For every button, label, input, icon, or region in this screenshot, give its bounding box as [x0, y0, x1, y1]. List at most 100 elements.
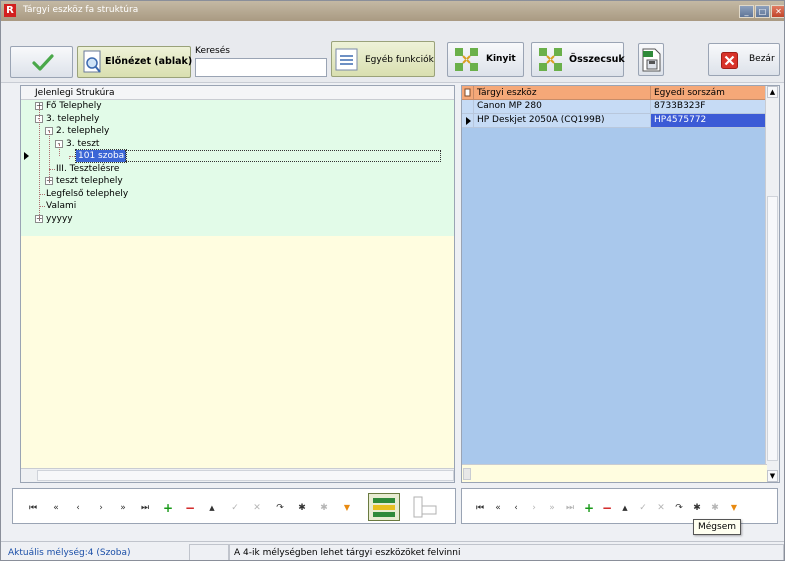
- tree-navigator: ⏮ « ‹ › » ⏭ + − ▲ ✓ ✕ ↷ ✱ ✱ ▼: [12, 488, 456, 524]
- tree-layout-icon: [373, 498, 395, 517]
- tree-node[interactable]: -3. telephely: [21, 113, 454, 126]
- grid-horizontal-scrollbar[interactable]: [462, 464, 767, 482]
- cell-serial[interactable]: 8733B323F: [651, 100, 767, 114]
- clear-filter-icon[interactable]: ✱: [318, 502, 330, 514]
- apply-filter-icon[interactable]: ✱: [691, 502, 703, 514]
- scrollbar-thumb[interactable]: [37, 470, 454, 481]
- filter-icon[interactable]: ▼: [728, 502, 740, 514]
- row-indicator-current[interactable]: [462, 114, 474, 128]
- close-window-button[interactable]: ✕: [771, 5, 784, 18]
- cancel-record-icon[interactable]: ✕: [251, 502, 263, 514]
- title-bar[interactable]: R Tárgyi eszköz fa struktúra _ □ ✕: [1, 1, 784, 21]
- tree-node-label: 3. telephely: [46, 113, 100, 124]
- status-message: A 4-ik mélységben lehet tárgyi eszközöke…: [229, 544, 784, 560]
- other-functions-button[interactable]: Egyéb funkciók: [331, 41, 435, 77]
- focus-rectangle: [125, 150, 441, 162]
- post-record-icon[interactable]: ✓: [229, 502, 241, 514]
- minimize-button[interactable]: _: [739, 5, 754, 18]
- toolbar: Előnézet (ablak) Keresés Egyéb funkciók …: [1, 21, 784, 83]
- tree-horizontal-scrollbar[interactable]: [21, 468, 454, 482]
- tree-node[interactable]: + Fő Telephely: [21, 100, 454, 113]
- expand-button[interactable]: Kinyit: [447, 42, 524, 77]
- preview-window-button[interactable]: Előnézet (ablak): [77, 46, 193, 78]
- list-icon: [335, 48, 358, 71]
- tree-guide-line: [39, 106, 40, 219]
- preview-magnifier-icon: [83, 50, 101, 73]
- apply-filter-icon[interactable]: ✱: [296, 502, 308, 514]
- prior-page-icon[interactable]: «: [50, 502, 62, 514]
- column-header-asset[interactable]: Tárgyi eszköz: [474, 86, 651, 100]
- grid-layout-icon: [413, 496, 437, 518]
- close-dialog-button[interactable]: Bezár: [708, 43, 780, 76]
- row-indicator[interactable]: [462, 100, 474, 114]
- scrollbar-thumb[interactable]: [463, 468, 471, 480]
- last-record-icon[interactable]: ⏭: [564, 502, 576, 514]
- collapse-button[interactable]: Összecsuk: [531, 42, 625, 77]
- prior-record-icon[interactable]: ‹: [510, 502, 522, 514]
- tree-node-label: teszt telephely: [56, 176, 123, 186]
- close-x-icon: [721, 52, 738, 69]
- grid-vertical-scrollbar[interactable]: ▲ ▼: [765, 86, 779, 482]
- ok-button[interactable]: [10, 46, 73, 78]
- tree-node-label: Valami: [46, 201, 77, 211]
- tree-view-toggle-button[interactable]: [368, 493, 400, 521]
- cancel-record-icon[interactable]: ✕: [655, 502, 667, 514]
- cell-asset[interactable]: Canon MP 280: [474, 100, 651, 114]
- cancel-tooltip: Mégsem: [693, 519, 742, 535]
- other-functions-label: Egyéb funkciók: [365, 55, 434, 65]
- status-middle: [189, 544, 229, 560]
- tree-node[interactable]: + teszt telephely: [21, 175, 454, 188]
- tree-node[interactable]: III. Tesztelésre: [21, 163, 454, 176]
- current-row-pointer-icon: [24, 152, 29, 160]
- edit-record-icon[interactable]: ▲: [206, 502, 218, 514]
- next-page-icon[interactable]: »: [546, 502, 558, 514]
- tree-guide-line: [59, 143, 60, 157]
- tree-node-label: 101 szoba: [74, 149, 128, 163]
- tree-node-label: Legfelső telephely: [46, 188, 129, 199]
- tree-view[interactable]: + Fő Telephely -3. telephely -2. telephely -…: [21, 100, 454, 236]
- delete-record-icon[interactable]: −: [601, 502, 613, 514]
- excel-export-button[interactable]: [638, 43, 664, 76]
- scroll-up-icon[interactable]: ▲: [767, 86, 778, 98]
- tree-node[interactable]: -2. telephely: [21, 125, 454, 138]
- current-row-pointer-icon: [466, 117, 471, 125]
- collapse-label: Összecsuk: [569, 54, 625, 65]
- next-record-icon[interactable]: ›: [95, 502, 107, 514]
- column-header-serial[interactable]: Egyedi sorszám: [651, 86, 767, 100]
- tree-node[interactable]: 101 szoba: [21, 149, 454, 163]
- preview-label: Előnézet (ablak): [105, 56, 193, 67]
- close-label: Bezár: [749, 54, 775, 64]
- post-record-icon[interactable]: ✓: [637, 502, 649, 514]
- cell-asset[interactable]: HP Deskjet 2050A (CQ199B): [474, 114, 651, 128]
- tree-node-label: Fő Telephely: [46, 101, 102, 111]
- search-input[interactable]: [195, 58, 327, 77]
- first-record-icon[interactable]: ⏮: [474, 502, 486, 514]
- last-record-icon[interactable]: ⏭: [139, 502, 151, 514]
- tree-node[interactable]: + yyyyy: [21, 213, 454, 226]
- prior-record-icon[interactable]: ‹: [72, 502, 84, 514]
- refresh-icon[interactable]: ↷: [274, 502, 286, 514]
- delete-record-icon[interactable]: −: [184, 502, 196, 514]
- tree-panel: Jelenlegi Strukúra + Fő Telephely -3. tele…: [20, 85, 455, 483]
- scrollbar-thumb[interactable]: [767, 196, 778, 461]
- edit-record-icon[interactable]: ▲: [619, 502, 631, 514]
- next-page-icon[interactable]: »: [117, 502, 129, 514]
- prior-page-icon[interactable]: «: [492, 502, 504, 514]
- filter-icon[interactable]: ▼: [341, 502, 353, 514]
- next-record-icon[interactable]: ›: [528, 502, 540, 514]
- refresh-icon[interactable]: ↷: [673, 502, 685, 514]
- grid-view-toggle-button[interactable]: [409, 493, 441, 521]
- clear-filter-icon[interactable]: ✱: [709, 502, 721, 514]
- tree-node-label: yyyyy: [46, 213, 73, 224]
- tree-node[interactable]: Legfelső telephely: [21, 188, 454, 201]
- maximize-button[interactable]: □: [755, 5, 770, 18]
- insert-record-icon[interactable]: +: [162, 502, 174, 514]
- cell-serial[interactable]: HP4575772: [651, 114, 767, 128]
- status-bar: Aktuális mélység:4 (Szoba) A 4-ik mélysé…: [1, 541, 784, 560]
- grid-columns-icon: [464, 88, 471, 97]
- scroll-down-icon[interactable]: ▼: [767, 470, 778, 482]
- tree-node[interactable]: -3. teszt: [21, 138, 454, 151]
- insert-record-icon[interactable]: +: [583, 502, 595, 514]
- first-record-icon[interactable]: ⏮: [27, 502, 39, 514]
- tree-node[interactable]: Valami: [21, 200, 454, 213]
